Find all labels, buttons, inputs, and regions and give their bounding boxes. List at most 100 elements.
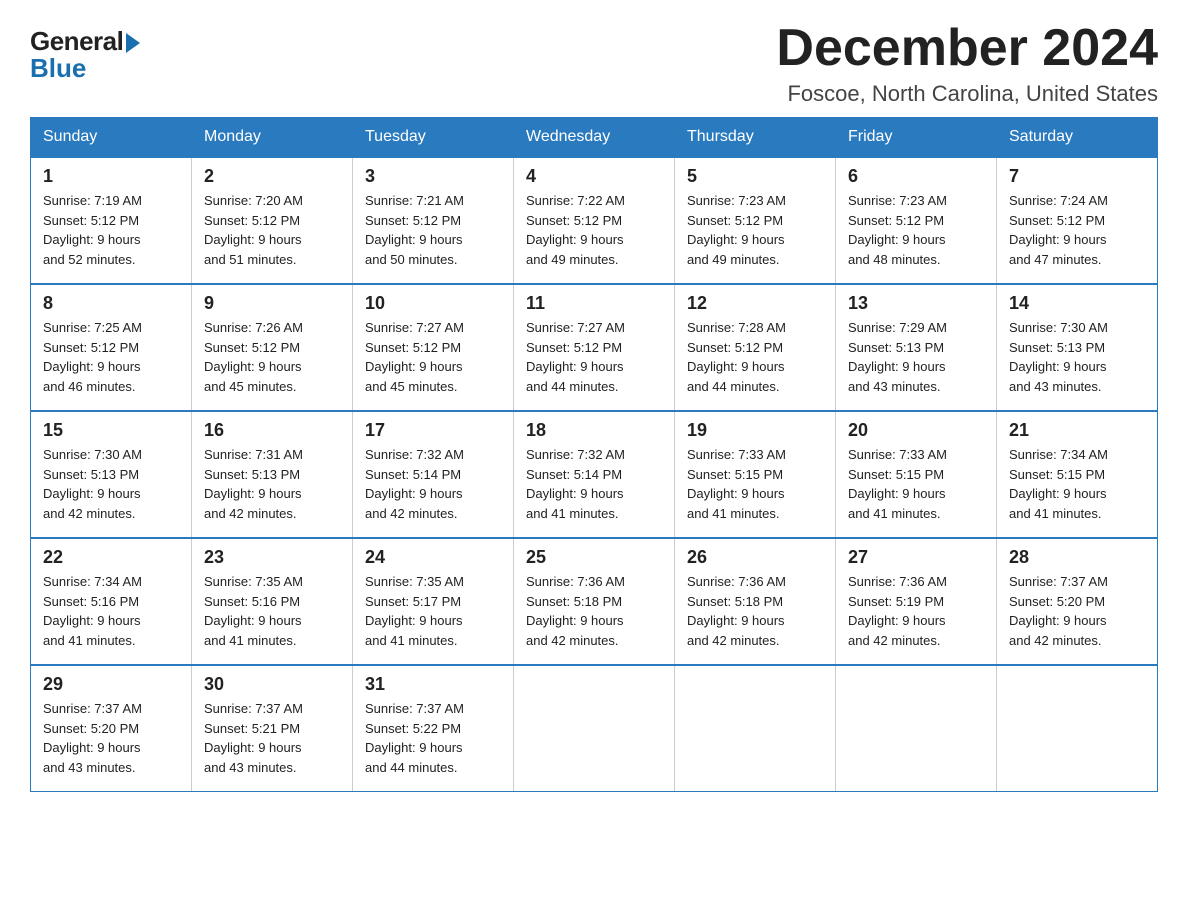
calendar-day-cell: 14 Sunrise: 7:30 AM Sunset: 5:13 PM Dayl… xyxy=(997,284,1158,411)
day-info: Sunrise: 7:21 AM Sunset: 5:12 PM Dayligh… xyxy=(365,191,501,269)
day-number: 4 xyxy=(526,166,662,187)
day-number: 16 xyxy=(204,420,340,441)
calendar-day-cell: 27 Sunrise: 7:36 AM Sunset: 5:19 PM Dayl… xyxy=(836,538,997,665)
calendar-day-cell: 4 Sunrise: 7:22 AM Sunset: 5:12 PM Dayli… xyxy=(514,157,675,284)
day-info: Sunrise: 7:23 AM Sunset: 5:12 PM Dayligh… xyxy=(687,191,823,269)
calendar-day-cell: 10 Sunrise: 7:27 AM Sunset: 5:12 PM Dayl… xyxy=(353,284,514,411)
calendar-day-cell: 7 Sunrise: 7:24 AM Sunset: 5:12 PM Dayli… xyxy=(997,157,1158,284)
calendar-day-cell xyxy=(514,665,675,792)
calendar-day-cell: 9 Sunrise: 7:26 AM Sunset: 5:12 PM Dayli… xyxy=(192,284,353,411)
day-number: 28 xyxy=(1009,547,1145,568)
day-number: 9 xyxy=(204,293,340,314)
day-info: Sunrise: 7:20 AM Sunset: 5:12 PM Dayligh… xyxy=(204,191,340,269)
day-number: 30 xyxy=(204,674,340,695)
calendar-day-cell: 3 Sunrise: 7:21 AM Sunset: 5:12 PM Dayli… xyxy=(353,157,514,284)
day-number: 14 xyxy=(1009,293,1145,314)
calendar-day-cell: 19 Sunrise: 7:33 AM Sunset: 5:15 PM Dayl… xyxy=(675,411,836,538)
calendar-day-cell xyxy=(997,665,1158,792)
calendar-day-cell: 11 Sunrise: 7:27 AM Sunset: 5:12 PM Dayl… xyxy=(514,284,675,411)
day-info: Sunrise: 7:27 AM Sunset: 5:12 PM Dayligh… xyxy=(365,318,501,396)
day-info: Sunrise: 7:36 AM Sunset: 5:18 PM Dayligh… xyxy=(526,572,662,650)
subtitle: Foscoe, North Carolina, United States xyxy=(776,81,1158,107)
day-info: Sunrise: 7:33 AM Sunset: 5:15 PM Dayligh… xyxy=(848,445,984,523)
day-of-week-header: Saturday xyxy=(997,118,1158,158)
day-info: Sunrise: 7:37 AM Sunset: 5:22 PM Dayligh… xyxy=(365,699,501,777)
day-of-week-header: Monday xyxy=(192,118,353,158)
calendar-week-row: 1 Sunrise: 7:19 AM Sunset: 5:12 PM Dayli… xyxy=(31,157,1158,284)
day-number: 18 xyxy=(526,420,662,441)
calendar-day-cell: 30 Sunrise: 7:37 AM Sunset: 5:21 PM Dayl… xyxy=(192,665,353,792)
calendar-day-cell: 6 Sunrise: 7:23 AM Sunset: 5:12 PM Dayli… xyxy=(836,157,997,284)
day-number: 11 xyxy=(526,293,662,314)
day-number: 31 xyxy=(365,674,501,695)
day-number: 24 xyxy=(365,547,501,568)
day-info: Sunrise: 7:29 AM Sunset: 5:13 PM Dayligh… xyxy=(848,318,984,396)
calendar-day-cell: 17 Sunrise: 7:32 AM Sunset: 5:14 PM Dayl… xyxy=(353,411,514,538)
day-info: Sunrise: 7:22 AM Sunset: 5:12 PM Dayligh… xyxy=(526,191,662,269)
day-info: Sunrise: 7:32 AM Sunset: 5:14 PM Dayligh… xyxy=(526,445,662,523)
day-of-week-header: Tuesday xyxy=(353,118,514,158)
day-number: 19 xyxy=(687,420,823,441)
day-number: 29 xyxy=(43,674,179,695)
calendar-week-row: 15 Sunrise: 7:30 AM Sunset: 5:13 PM Dayl… xyxy=(31,411,1158,538)
calendar-day-cell: 16 Sunrise: 7:31 AM Sunset: 5:13 PM Dayl… xyxy=(192,411,353,538)
day-info: Sunrise: 7:23 AM Sunset: 5:12 PM Dayligh… xyxy=(848,191,984,269)
day-info: Sunrise: 7:35 AM Sunset: 5:16 PM Dayligh… xyxy=(204,572,340,650)
day-info: Sunrise: 7:34 AM Sunset: 5:16 PM Dayligh… xyxy=(43,572,179,650)
day-of-week-header: Sunday xyxy=(31,118,192,158)
calendar-table: SundayMondayTuesdayWednesdayThursdayFrid… xyxy=(30,117,1158,792)
day-of-week-header: Wednesday xyxy=(514,118,675,158)
calendar-day-cell: 22 Sunrise: 7:34 AM Sunset: 5:16 PM Dayl… xyxy=(31,538,192,665)
day-number: 1 xyxy=(43,166,179,187)
calendar-header-row: SundayMondayTuesdayWednesdayThursdayFrid… xyxy=(31,118,1158,158)
day-info: Sunrise: 7:33 AM Sunset: 5:15 PM Dayligh… xyxy=(687,445,823,523)
day-info: Sunrise: 7:37 AM Sunset: 5:21 PM Dayligh… xyxy=(204,699,340,777)
day-info: Sunrise: 7:35 AM Sunset: 5:17 PM Dayligh… xyxy=(365,572,501,650)
day-info: Sunrise: 7:27 AM Sunset: 5:12 PM Dayligh… xyxy=(526,318,662,396)
page-header: General Blue December 2024 Foscoe, North… xyxy=(30,20,1158,107)
day-number: 5 xyxy=(687,166,823,187)
logo-arrow-icon xyxy=(126,33,140,53)
day-number: 8 xyxy=(43,293,179,314)
calendar-day-cell: 28 Sunrise: 7:37 AM Sunset: 5:20 PM Dayl… xyxy=(997,538,1158,665)
title-block: December 2024 Foscoe, North Carolina, Un… xyxy=(776,20,1158,107)
day-number: 26 xyxy=(687,547,823,568)
day-info: Sunrise: 7:36 AM Sunset: 5:19 PM Dayligh… xyxy=(848,572,984,650)
calendar-day-cell: 8 Sunrise: 7:25 AM Sunset: 5:12 PM Dayli… xyxy=(31,284,192,411)
calendar-week-row: 22 Sunrise: 7:34 AM Sunset: 5:16 PM Dayl… xyxy=(31,538,1158,665)
day-info: Sunrise: 7:26 AM Sunset: 5:12 PM Dayligh… xyxy=(204,318,340,396)
day-number: 17 xyxy=(365,420,501,441)
day-of-week-header: Friday xyxy=(836,118,997,158)
day-number: 2 xyxy=(204,166,340,187)
day-number: 20 xyxy=(848,420,984,441)
day-info: Sunrise: 7:25 AM Sunset: 5:12 PM Dayligh… xyxy=(43,318,179,396)
day-number: 7 xyxy=(1009,166,1145,187)
calendar-day-cell: 24 Sunrise: 7:35 AM Sunset: 5:17 PM Dayl… xyxy=(353,538,514,665)
day-info: Sunrise: 7:30 AM Sunset: 5:13 PM Dayligh… xyxy=(1009,318,1145,396)
calendar-day-cell: 5 Sunrise: 7:23 AM Sunset: 5:12 PM Dayli… xyxy=(675,157,836,284)
day-number: 10 xyxy=(365,293,501,314)
calendar-day-cell: 13 Sunrise: 7:29 AM Sunset: 5:13 PM Dayl… xyxy=(836,284,997,411)
day-info: Sunrise: 7:19 AM Sunset: 5:12 PM Dayligh… xyxy=(43,191,179,269)
day-number: 13 xyxy=(848,293,984,314)
day-info: Sunrise: 7:24 AM Sunset: 5:12 PM Dayligh… xyxy=(1009,191,1145,269)
day-info: Sunrise: 7:37 AM Sunset: 5:20 PM Dayligh… xyxy=(1009,572,1145,650)
calendar-day-cell: 25 Sunrise: 7:36 AM Sunset: 5:18 PM Dayl… xyxy=(514,538,675,665)
main-title: December 2024 xyxy=(776,20,1158,77)
day-number: 27 xyxy=(848,547,984,568)
calendar-day-cell: 21 Sunrise: 7:34 AM Sunset: 5:15 PM Dayl… xyxy=(997,411,1158,538)
day-info: Sunrise: 7:30 AM Sunset: 5:13 PM Dayligh… xyxy=(43,445,179,523)
day-info: Sunrise: 7:28 AM Sunset: 5:12 PM Dayligh… xyxy=(687,318,823,396)
day-info: Sunrise: 7:31 AM Sunset: 5:13 PM Dayligh… xyxy=(204,445,340,523)
day-number: 12 xyxy=(687,293,823,314)
calendar-day-cell: 23 Sunrise: 7:35 AM Sunset: 5:16 PM Dayl… xyxy=(192,538,353,665)
day-number: 21 xyxy=(1009,420,1145,441)
calendar-week-row: 29 Sunrise: 7:37 AM Sunset: 5:20 PM Dayl… xyxy=(31,665,1158,792)
calendar-day-cell: 29 Sunrise: 7:37 AM Sunset: 5:20 PM Dayl… xyxy=(31,665,192,792)
calendar-day-cell: 18 Sunrise: 7:32 AM Sunset: 5:14 PM Dayl… xyxy=(514,411,675,538)
day-info: Sunrise: 7:32 AM Sunset: 5:14 PM Dayligh… xyxy=(365,445,501,523)
day-number: 22 xyxy=(43,547,179,568)
day-number: 3 xyxy=(365,166,501,187)
calendar-day-cell: 31 Sunrise: 7:37 AM Sunset: 5:22 PM Dayl… xyxy=(353,665,514,792)
day-info: Sunrise: 7:34 AM Sunset: 5:15 PM Dayligh… xyxy=(1009,445,1145,523)
